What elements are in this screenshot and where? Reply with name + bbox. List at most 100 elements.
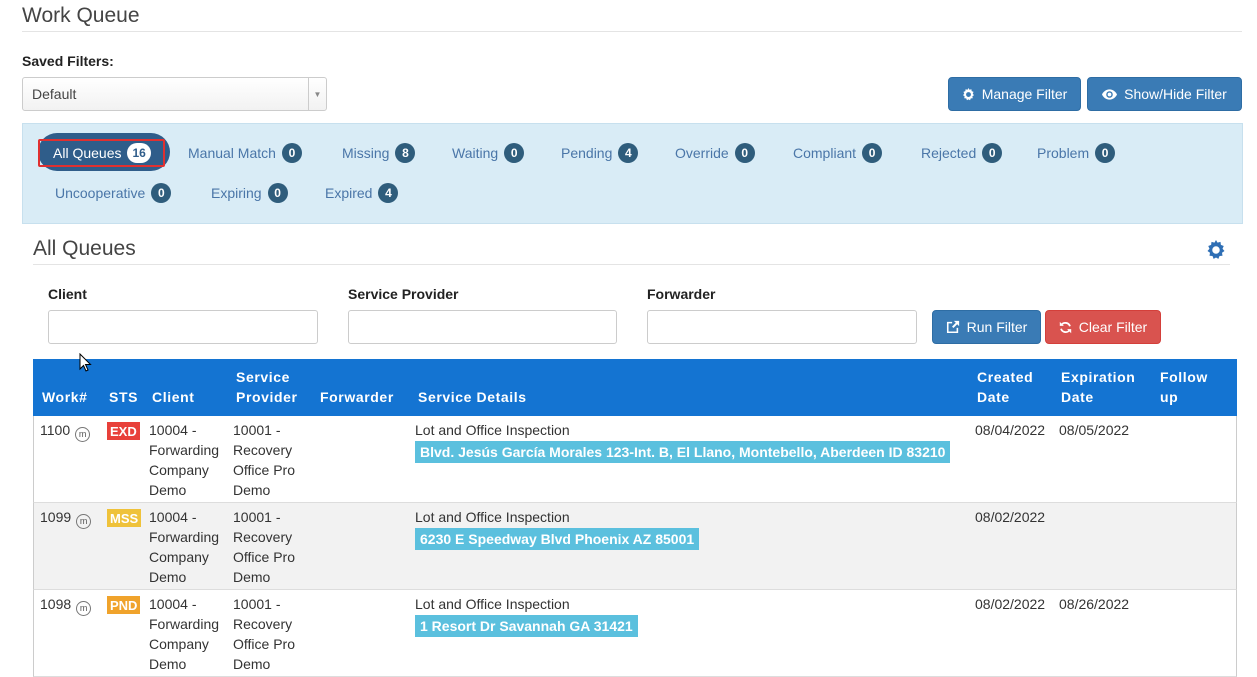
status-code: PND <box>110 597 138 613</box>
queue-count-badge: 8 <box>395 143 416 163</box>
service-name: Lot and Office Inspection <box>415 509 570 525</box>
service-name: Lot and Office Inspection <box>415 422 570 438</box>
manual-match-icon[interactable]: m <box>75 426 91 442</box>
service-address-link[interactable]: 1 Resort Dr Savannah GA 31421 <box>415 615 638 637</box>
run-filter-button[interactable]: Run Filter <box>932 310 1041 344</box>
queue-count-badge: 0 <box>267 183 288 203</box>
status-badge: PND <box>107 596 141 614</box>
table-row[interactable]: 1099 m MSS 10004 - Forwarding Company Dem… <box>33 503 1237 590</box>
column-header-sts[interactable]: STS <box>109 387 138 407</box>
header-line: Date <box>1061 389 1094 405</box>
tab-rejected[interactable]: Rejected 0 <box>921 143 1003 163</box>
client-line: Forwarding <box>149 442 220 458</box>
client-line: Company <box>149 462 209 478</box>
queue-count-badge: 4 <box>618 143 639 163</box>
queue-count-badge: 0 <box>1095 143 1116 163</box>
provider-line: 10001 - <box>233 509 281 525</box>
header-line: Created <box>977 369 1034 385</box>
client-line: Forwarding <box>149 616 220 632</box>
manual-match-icon[interactable]: m <box>76 600 92 616</box>
column-header-client[interactable]: Client <box>152 387 195 407</box>
queue-label: Compliant <box>793 145 857 161</box>
service-provider-cell: 10001 - Recovery Office Pro Demo <box>233 594 295 674</box>
queue-label: Pending <box>561 145 613 161</box>
refresh-icon <box>1059 321 1071 333</box>
column-header-work[interactable]: Work# <box>42 387 88 407</box>
tab-manual-match[interactable]: Manual Match 0 <box>188 143 302 163</box>
client-cell: 10004 - Forwarding Company Demo <box>149 507 219 587</box>
created-date-cell: 08/04/2022 <box>975 422 1046 438</box>
eye-icon <box>1102 88 1118 100</box>
provider-line: Recovery <box>233 616 293 632</box>
created-date-cell: 08/02/2022 <box>975 596 1046 612</box>
manual-match-icon[interactable]: m <box>76 513 92 529</box>
work-number-cell[interactable]: 1098 m <box>40 594 92 616</box>
service-address-link[interactable]: 6230 E Speedway Blvd Phoenix AZ 85001 <box>415 528 700 550</box>
tab-pending[interactable]: Pending 4 <box>561 143 639 163</box>
client-line: Company <box>149 549 209 565</box>
provider-line: 10001 - <box>233 422 281 438</box>
settings-gear-icon[interactable] <box>1206 240 1226 260</box>
created-date-cell: 08/02/2022 <box>975 509 1046 525</box>
column-header-service-provider[interactable]: Service Provider <box>236 367 298 407</box>
service-provider-cell: 10001 - Recovery Office Pro Demo <box>233 420 295 500</box>
queue-label: Override <box>675 145 729 161</box>
queue-count-badge: 4 <box>378 183 399 203</box>
provider-line: Office Pro <box>233 636 295 652</box>
header-line: Service <box>236 369 291 385</box>
provider-line: Demo <box>233 569 271 585</box>
tab-compliant[interactable]: Compliant 0 <box>793 143 883 163</box>
column-header-forwarder[interactable]: Forwarder <box>320 387 394 407</box>
service-provider-filter-input[interactable] <box>348 310 617 344</box>
status-code: EXD <box>110 423 137 439</box>
client-line: Demo <box>149 482 187 498</box>
column-header-created-date[interactable]: Created Date <box>977 367 1033 407</box>
tab-missing[interactable]: Missing 8 <box>342 143 416 163</box>
table-row[interactable]: 1098 m PND 10004 - Forwarding Company Dem… <box>33 590 1237 677</box>
expiration-date-cell: 08/05/2022 <box>1059 422 1130 438</box>
page-title: Work Queue <box>22 4 140 27</box>
show-hide-filter-button[interactable]: Show/Hide Filter <box>1087 77 1242 111</box>
service-address-link[interactable]: Blvd. Jesús García Morales 123-Int. B, E… <box>415 441 951 463</box>
tab-waiting[interactable]: Waiting 0 <box>452 143 525 163</box>
saved-filters-label: Saved Filters: <box>22 53 114 69</box>
clear-filter-button[interactable]: Clear Filter <box>1045 310 1161 344</box>
section-title: All Queues <box>33 237 136 260</box>
queue-label: Missing <box>342 145 390 161</box>
expiration-date-cell: 08/26/2022 <box>1059 596 1130 612</box>
queue-count-badge: 0 <box>504 143 525 163</box>
client-filter-input[interactable] <box>48 310 318 344</box>
header-line: Follow <box>1160 369 1208 385</box>
external-link-icon <box>946 320 959 334</box>
tab-expiring[interactable]: Expiring 0 <box>211 183 288 203</box>
tab-uncooperative[interactable]: Uncooperative 0 <box>55 183 172 203</box>
run-filter-label: Run Filter <box>966 319 1028 335</box>
tab-expired[interactable]: Expired 4 <box>325 183 399 203</box>
tab-problem[interactable]: Problem 0 <box>1037 143 1116 163</box>
service-details-cell: Lot and Office Inspection 1 Resort Dr Sa… <box>415 594 638 637</box>
work-number-cell[interactable]: 1100 m <box>40 420 91 442</box>
work-number-cell[interactable]: 1099 m <box>40 507 92 529</box>
forwarder-filter-input[interactable] <box>647 310 917 344</box>
column-header-follow-up[interactable]: Follow up <box>1160 367 1208 407</box>
clear-filter-label: Clear Filter <box>1078 319 1148 335</box>
client-filter-label: Client <box>48 286 87 302</box>
manage-filter-button[interactable]: Manage Filter <box>948 77 1081 111</box>
queue-label: Rejected <box>921 145 977 161</box>
saved-filters-select[interactable]: Default ▼ <box>22 77 327 111</box>
saved-filters-value: Default <box>32 86 77 102</box>
column-header-expiration-date[interactable]: Expiration Date <box>1061 367 1135 407</box>
queue-tabs-panel <box>22 123 1243 224</box>
provider-line: Office Pro <box>233 549 295 565</box>
queue-count-badge: 16 <box>127 143 151 163</box>
tab-all-queues[interactable]: All Queues 16 <box>53 143 151 163</box>
queue-label: Expired <box>325 185 373 201</box>
table-row[interactable]: 1100 m EXD 10004 - Forwarding Company Dem… <box>33 416 1237 503</box>
queue-count-badge: 0 <box>734 143 755 163</box>
section-divider <box>33 264 1230 265</box>
column-header-service-details[interactable]: Service Details <box>418 387 527 407</box>
queue-label: Uncooperative <box>55 185 146 201</box>
tab-override[interactable]: Override 0 <box>675 143 755 163</box>
show-hide-filter-label: Show/Hide Filter <box>1124 86 1227 102</box>
queue-label: Problem <box>1037 145 1090 161</box>
